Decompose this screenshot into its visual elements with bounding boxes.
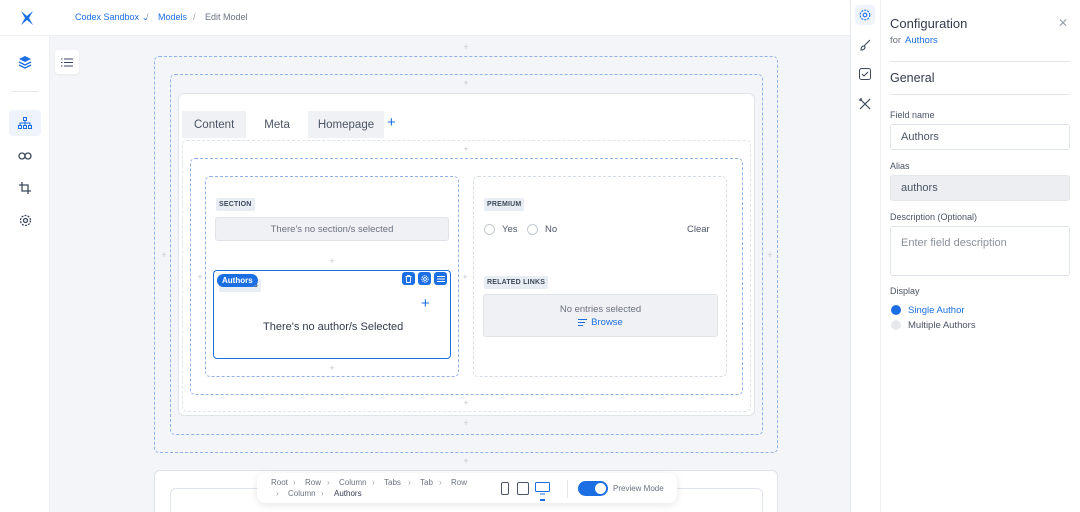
field-name-label: Field name <box>890 110 935 120</box>
section-empty-text: There's no section/s selected <box>270 223 394 235</box>
alias-value: authors <box>901 182 938 194</box>
tab-homepage[interactable]: Homepage <box>307 111 385 138</box>
add-column-plus-icon[interactable]: + <box>460 272 470 282</box>
app-logo-icon[interactable] <box>18 9 36 27</box>
breadcrumb-current: Edit Model <box>205 12 248 22</box>
path-column-2[interactable]: Column <box>288 489 316 498</box>
display-label: Display <box>890 286 920 296</box>
crop-icon[interactable] <box>9 175 41 201</box>
divider <box>890 61 1070 62</box>
sitemap-icon[interactable] <box>9 110 41 136</box>
tab-content[interactable]: Content <box>182 111 247 138</box>
preview-mode-label: Preview Mode <box>613 484 664 493</box>
add-plus-icon[interactable]: + <box>159 250 169 260</box>
premium-clear-button[interactable]: Clear <box>687 224 710 235</box>
display-multiple-label[interactable]: Multiple Authors <box>908 320 976 331</box>
breadcrumb-separator: / <box>146 12 149 22</box>
config-title: Configuration <box>890 16 968 31</box>
add-row-plus-icon[interactable]: + <box>461 42 471 52</box>
trash-icon[interactable] <box>402 272 415 285</box>
chevron-right-icon: › <box>439 478 442 487</box>
add-plus-icon[interactable]: + <box>765 250 775 260</box>
description-textarea[interactable]: Enter field description <box>890 226 1070 276</box>
add-plus-icon[interactable]: + <box>461 418 471 428</box>
list-icon <box>578 318 588 326</box>
desktop-preview-icon[interactable] <box>535 482 550 505</box>
chevron-right-icon: › <box>327 478 330 487</box>
tab-bar: Content Meta Homepage <box>182 111 385 138</box>
divider <box>567 480 568 498</box>
validation-check-icon[interactable] <box>855 64 875 84</box>
rail-divider <box>12 91 38 92</box>
related-empty-text: No entries selected <box>559 303 642 315</box>
related-links-field-label: RELATED LINKS <box>484 276 549 289</box>
add-plus-icon[interactable]: + <box>461 398 471 408</box>
description-placeholder: Enter field description <box>901 237 1007 249</box>
premium-field-label: PREMIUM <box>484 198 525 211</box>
field-name-value: Authors <box>901 131 939 143</box>
breadcrumb-separator: / <box>193 12 196 22</box>
add-plus-icon[interactable]: + <box>461 456 471 466</box>
toggle-knob <box>595 483 606 494</box>
authors-selected-chip: Authors <box>217 274 258 287</box>
section-field-label: SECTION <box>216 198 255 211</box>
add-column-plus-icon[interactable]: + <box>195 272 205 282</box>
tools-icon[interactable] <box>855 94 875 114</box>
breadcrumb-workspace[interactable]: Codex Sandbox ⌄ <box>75 12 149 23</box>
path-tabs[interactable]: Tabs <box>384 478 401 487</box>
preview-mode-toggle[interactable] <box>578 481 608 496</box>
section-empty-state[interactable]: There's no section/s selected <box>215 217 449 241</box>
tab-meta[interactable]: Meta <box>246 111 308 138</box>
layers-icon[interactable] <box>9 49 41 75</box>
browse-label: Browse <box>591 316 623 328</box>
add-plus-icon[interactable]: + <box>327 363 337 373</box>
gear-icon[interactable] <box>9 207 41 233</box>
path-row-2[interactable]: Row <box>451 478 467 487</box>
display-single-label[interactable]: Single Author <box>908 305 965 316</box>
display-multiple-radio[interactable] <box>891 320 901 330</box>
path-current: Authors <box>334 489 362 498</box>
premium-yes-radio[interactable] <box>484 224 495 235</box>
close-icon[interactable]: ✕ <box>1058 17 1068 29</box>
breadcrumb-models[interactable]: Models <box>158 12 187 22</box>
left-rail <box>0 36 50 512</box>
config-for-prefix: for <box>890 35 902 46</box>
brush-icon[interactable] <box>855 35 875 55</box>
settings-icon[interactable] <box>418 272 431 285</box>
section-general-title: General <box>890 71 935 85</box>
premium-yes-label: Yes <box>502 224 518 235</box>
path-root[interactable]: Root <box>271 478 288 487</box>
alias-input: authors <box>890 175 1070 201</box>
path-tab[interactable]: Tab <box>420 478 433 487</box>
authors-empty-text: There's no author/s Selected <box>263 321 404 333</box>
premium-no-radio[interactable] <box>527 224 538 235</box>
alias-label: Alias <box>890 161 910 171</box>
browse-button[interactable]: Browse <box>578 317 623 328</box>
chevron-right-icon: › <box>321 489 324 498</box>
chevron-right-icon: › <box>372 478 375 487</box>
chevron-right-icon: › <box>276 489 279 498</box>
settings-gear-icon[interactable] <box>855 5 875 25</box>
add-tab-plus-icon[interactable]: + <box>387 115 396 130</box>
drag-handle-icon[interactable] <box>434 272 447 285</box>
path-column[interactable]: Column <box>339 478 367 487</box>
add-author-plus-icon[interactable]: + <box>421 296 430 311</box>
infinity-icon[interactable] <box>9 143 41 169</box>
config-for-target[interactable]: Authors <box>905 35 938 46</box>
outline-list-icon[interactable] <box>55 50 79 74</box>
add-plus-icon[interactable]: + <box>327 256 337 266</box>
add-plus-icon[interactable]: + <box>461 144 471 154</box>
chevron-right-icon: › <box>408 478 411 487</box>
chevron-right-icon: › <box>293 478 296 487</box>
description-label: Description (Optional) <box>890 212 978 222</box>
mobile-preview-icon[interactable] <box>500 482 510 498</box>
related-links-empty-state: No entries selected Browse <box>483 294 718 337</box>
path-row[interactable]: Row <box>305 478 321 487</box>
premium-no-label: No <box>545 224 558 235</box>
divider <box>890 94 1070 95</box>
tablet-preview-icon[interactable] <box>517 482 529 498</box>
field-name-input[interactable]: Authors <box>890 124 1070 150</box>
display-single-radio[interactable] <box>891 305 901 315</box>
